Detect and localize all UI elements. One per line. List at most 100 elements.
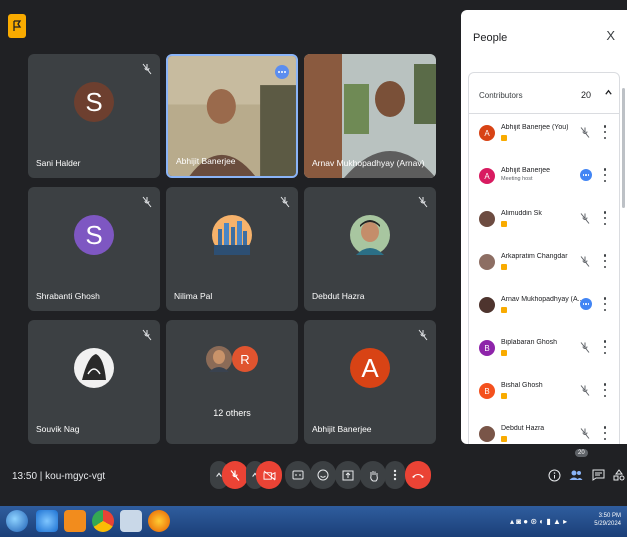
participant-tile[interactable]: Abhijit Banerjee [166,54,298,178]
participant-tile[interactable]: Arnav Mukhopadhyay (Arnav) [304,54,436,178]
participant-row[interactable]: Debdut Hazra [479,422,619,444]
participant-name: Abhijit Banerjee (You) [501,124,569,131]
firefox-icon[interactable] [148,510,170,532]
participant-name: Bishal Ghosh [501,382,543,389]
participant-tile[interactable]: Debdut Hazra [304,187,436,311]
mic-off-icon[interactable] [580,341,590,354]
people-icon [569,470,583,480]
participant-role: Meeting host [501,176,533,182]
more-vert-icon[interactable] [603,254,607,268]
captions-icon [292,470,304,480]
avatar: A [350,348,390,388]
people-count-badge: 20 [575,449,588,457]
meeting-details-button[interactable] [546,466,562,484]
others-tile[interactable]: R 12 others [166,320,298,444]
mic-toggle-button[interactable] [222,461,248,489]
participant-row[interactable]: Arkapratim Changdar [479,250,619,280]
system-tray-icons[interactable]: ▴ ◙ ● ⊛ ◐ ▮ ▲ ▸ [510,517,567,526]
contributor-badge-icon [501,436,507,442]
participant-name: Souvik Nag [36,424,80,434]
avatar: B [479,340,495,356]
scrollbar[interactable] [622,88,625,208]
system-clock[interactable]: 3:50 PM 5/29/2024 [594,512,621,528]
present-button[interactable] [335,461,361,489]
avatar-initial: R [240,351,250,367]
participant-name: Abhijit Banerjee [176,156,236,166]
contributor-badge-icon [501,393,507,399]
avatar-initial: A [361,352,379,383]
more-vert-icon[interactable] [603,211,607,225]
mic-off-icon [142,196,152,208]
contributors-section: Contributors 20 A Abhijit Banerjee (You) A… [468,72,620,444]
start-button[interactable] [6,510,28,532]
more-vert-icon [393,469,397,481]
media-player-icon[interactable] [64,510,86,532]
hand-raised-indicator[interactable] [8,14,26,38]
participant-row[interactable]: Alimuddin Sk [479,207,619,237]
leave-call-button[interactable] [405,461,431,489]
more-options-icon[interactable] [275,65,289,79]
participant-row[interactable]: Arnav Mukhopadhyay (A... [479,293,619,323]
mic-off-icon[interactable] [580,126,590,139]
contributor-badge-icon [501,135,507,141]
participant-name: Arkapratim Changdar [501,253,568,260]
camera-toggle-button[interactable] [256,461,282,489]
more-vert-icon[interactable] [603,168,607,182]
participant-name: Nilima Pal [174,291,213,301]
avatar-image [350,215,390,255]
chat-icon [592,469,604,481]
participant-row[interactable]: A Abhijit Banerjee (You) [479,121,619,151]
mic-off-icon[interactable] [580,212,590,225]
participant-row[interactable]: B Biplabaran Ghosh [479,336,619,366]
more-vert-icon[interactable] [603,340,607,354]
emoji-button[interactable] [310,461,336,489]
people-panel: People X Contributors 20 A Abhijit Banerj… [461,10,627,444]
mic-off-icon [142,329,152,341]
participant-tile[interactable]: Nilima Pal [166,187,298,311]
info-icon [548,469,560,481]
contributors-count: 20 [581,90,592,100]
more-vert-icon[interactable] [603,297,607,311]
os-taskbar: ▴ ◙ ● ⊛ ◐ ▮ ▲ ▸ 3:50 PM 5/29/2024 [0,506,627,537]
mic-off-icon[interactable] [580,255,590,268]
contributors-label: Contributors [479,91,523,100]
participant-tile[interactable]: A Abhijit Banerjee [304,320,436,444]
more-vert-icon[interactable] [603,426,607,440]
chrome-icon[interactable] [92,510,114,532]
paint-icon[interactable] [120,510,142,532]
people-button[interactable] [568,466,584,484]
clock-time: 3:50 PM [598,513,621,519]
participant-tile[interactable]: S Sani Halder [28,54,160,178]
mic-off-icon [280,196,290,208]
mic-off-icon[interactable] [580,427,590,440]
avatar-image [74,348,114,388]
activities-button[interactable] [611,466,627,484]
avatar: S [74,82,114,122]
audio-active-icon [580,298,592,310]
participant-tile[interactable]: S Shrabanti Ghosh [28,187,160,311]
captions-button[interactable] [285,461,311,489]
raise-hand-button[interactable] [360,461,386,489]
contributor-badge-icon [501,307,507,313]
more-vert-icon[interactable] [603,125,607,139]
internet-explorer-icon[interactable] [36,510,58,532]
mic-off-icon[interactable] [580,384,590,397]
close-icon[interactable]: X [606,28,615,43]
participant-row[interactable]: A Abhijit Banerjee Meeting host [479,164,619,194]
contributor-badge-icon [501,221,507,227]
more-options-button[interactable] [385,461,405,489]
panel-title: People [473,32,508,44]
more-vert-icon[interactable] [603,383,607,397]
participant-row[interactable]: B Bishal Ghosh [479,379,619,409]
divider [469,113,619,114]
participant-tile[interactable]: Souvik Nag [28,320,160,444]
chat-button[interactable] [590,466,606,484]
avatar [479,297,495,313]
chevron-up-icon[interactable] [604,88,613,97]
avatar: S [74,215,114,255]
avatar [479,211,495,227]
avatar: R [232,346,258,372]
flag-icon [13,20,22,31]
camera-off-icon [263,470,275,480]
participant-name: Arnav Mukhopadhyay (A... [501,296,581,303]
